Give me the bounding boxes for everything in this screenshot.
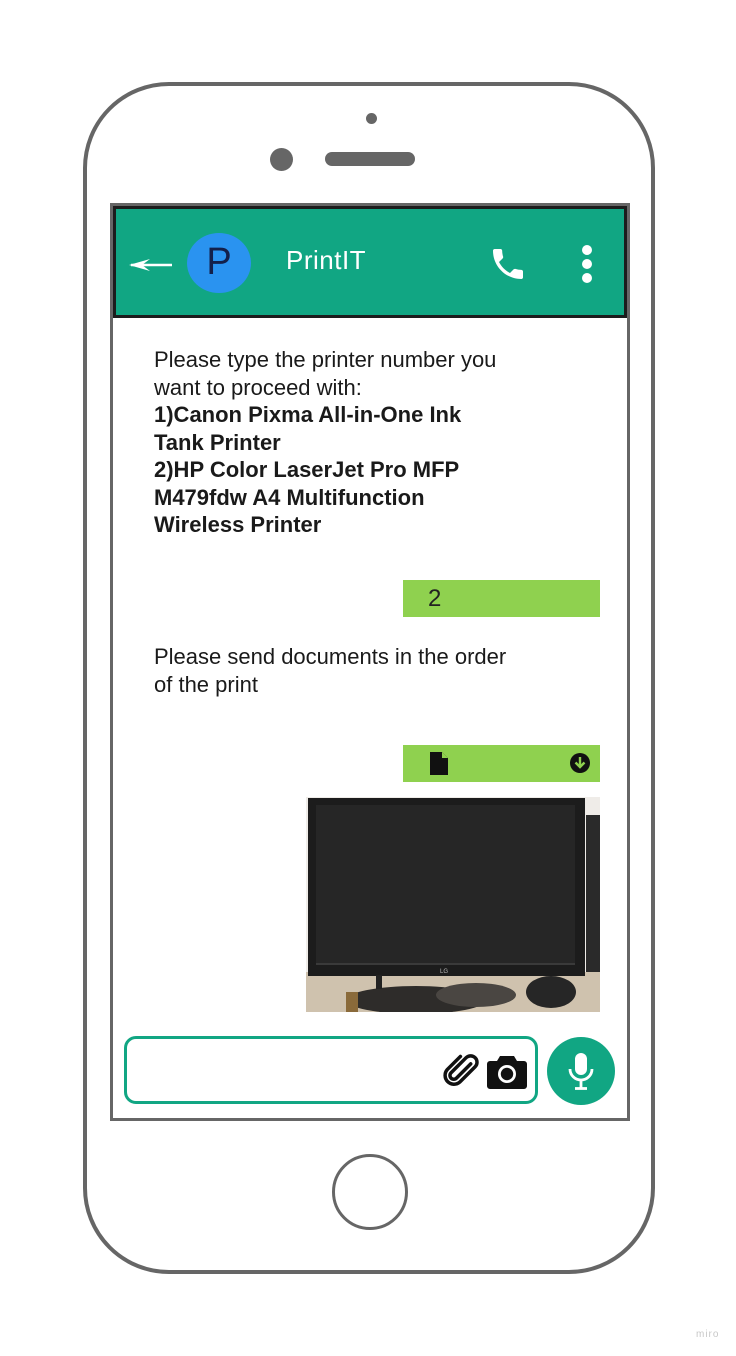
- outgoing-message-reply: 2: [403, 580, 600, 617]
- avatar[interactable]: P: [187, 233, 251, 293]
- printer-option-1: 1)Canon Pixma All-in-One Ink Tank Printe…: [154, 402, 462, 455]
- file-icon: [430, 752, 448, 775]
- message-input-bar: [124, 1036, 538, 1104]
- watermark: miro: [696, 1329, 720, 1340]
- proximity-sensor: [366, 113, 377, 124]
- camera-icon[interactable]: [487, 1053, 527, 1089]
- chat-header: P PrintIT: [113, 206, 627, 318]
- photo-attachment-monitor[interactable]: LG: [306, 797, 600, 1012]
- front-camera: [270, 148, 293, 171]
- message-text: Please type the printer number you want …: [154, 347, 497, 400]
- incoming-message-documents: Please send documents in the order of th…: [154, 643, 514, 698]
- chat-screen: P PrintIT Please type the printer number…: [110, 203, 630, 1121]
- earpiece-speaker: [325, 152, 415, 166]
- svg-text:LG: LG: [440, 969, 448, 975]
- download-icon[interactable]: [570, 753, 590, 773]
- contact-name[interactable]: PrintIT: [286, 245, 366, 276]
- back-arrow-icon[interactable]: [128, 255, 176, 275]
- phone-icon[interactable]: [488, 244, 528, 284]
- message-input[interactable]: [139, 1053, 443, 1089]
- message-text: Please send documents in the order of th…: [154, 644, 507, 697]
- outgoing-file-attachment[interactable]: [403, 745, 600, 782]
- more-vertical-icon[interactable]: [578, 242, 596, 286]
- incoming-message-printer-choice: Please type the printer number you want …: [154, 346, 514, 539]
- message-text: 2: [428, 585, 442, 612]
- microphone-button[interactable]: [547, 1037, 615, 1105]
- home-button[interactable]: [332, 1154, 408, 1230]
- microphone-icon: [568, 1053, 594, 1090]
- paperclip-icon[interactable]: [443, 1051, 481, 1091]
- printer-option-2: 2)HP Color LaserJet Pro MFP M479fdw A4 M…: [154, 457, 459, 537]
